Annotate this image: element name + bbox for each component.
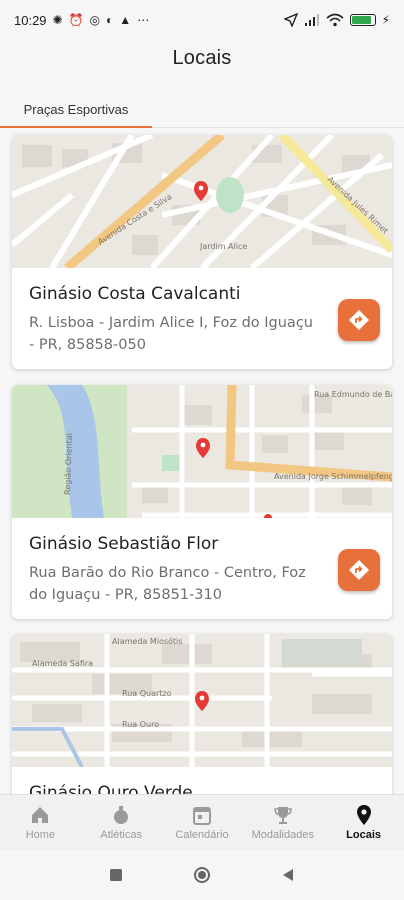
map-thumbnail[interactable]: Alameda Safira Rua Quartzo Rua Ouro Alam… (12, 634, 392, 767)
map-thumbnail[interactable]: Avenida Costa e Silva Avenida Jules Rime… (12, 135, 392, 268)
wifi-icon (326, 13, 344, 27)
location-pin-icon (356, 805, 371, 825)
system-navigation (0, 850, 404, 900)
bottom-navigation: Home Atléticas Calendário Modalidades Lo… (0, 794, 404, 850)
alarm-icon: ⏰ (68, 13, 84, 27)
map-label: Rua Edmundo de Barros (314, 390, 392, 399)
nav-label: Modalidades (251, 829, 314, 841)
map-label: Avenida Jorge Schimmelpfeng (274, 472, 392, 481)
nav-locais[interactable]: Locais (323, 795, 404, 850)
nav-calendario[interactable]: Calendário (162, 795, 243, 850)
battery-icon (349, 14, 376, 26)
location-card[interactable]: Avenida Jorge Schimmelpfeng Rua Edmundo … (12, 385, 392, 619)
nav-modalidades[interactable]: Modalidades (242, 795, 323, 850)
locations-list[interactable]: Avenida Costa e Silva Avenida Jules Rime… (0, 128, 404, 794)
map-label: Rua Ouro (122, 720, 159, 729)
whatsapp-icon: ◎ (89, 13, 101, 27)
nav-label: Home (25, 829, 56, 841)
location-name: Ginásio Sebastião Flor (29, 534, 219, 554)
location-name: Ginásio Costa Cavalcanti (29, 284, 241, 304)
location-card[interactable]: Alameda Safira Rua Quartzo Rua Ouro Alam… (12, 634, 392, 794)
nav-label: Calendário (175, 829, 229, 841)
directions-icon (349, 310, 369, 330)
directions-icon (349, 560, 369, 580)
nav-label: Atléticas (100, 829, 142, 841)
back-button[interactable] (281, 868, 295, 882)
map-label: Jardim Alice (199, 242, 247, 251)
page-title: Locais (172, 47, 232, 69)
navigation-icon: ▲ (119, 13, 132, 27)
map-thumbnail[interactable]: Avenida Jorge Schimmelpfeng Rua Edmundo … (12, 385, 392, 518)
card-body: Ginásio Costa Cavalcanti R. Lisboa - Jar… (12, 268, 392, 369)
location-address: Rua Barão do Rio Branco - Centro, Foz do… (29, 565, 306, 603)
location-arrow-icon (283, 13, 298, 27)
status-time: 10:29 (14, 12, 47, 28)
medal-icon (114, 806, 129, 824)
status-bar: 10:29 ✺ ⏰ ◎ ◐ ▲ ⋯ ⚡ (0, 0, 404, 40)
nav-atleticas[interactable]: Atléticas (81, 795, 162, 850)
tab-pracas-esportivas[interactable]: Praças Esportivas (0, 92, 152, 128)
calendar-icon (192, 807, 211, 825)
location-name: Ginásio Ouro Verde (29, 783, 193, 794)
home-button[interactable] (193, 866, 211, 884)
battery-level (351, 16, 372, 24)
brand-icon: ◐ (106, 13, 114, 27)
charging-icon: ⚡ (381, 13, 390, 27)
tab-bar: Praças Esportivas (0, 92, 404, 128)
card-body: Ginásio Sebastião Flor Rua Barão do Rio … (12, 518, 392, 619)
map-label: Alameda Safira (32, 659, 93, 668)
location-card[interactable]: Avenida Costa e Silva Avenida Jules Rime… (12, 135, 392, 369)
nav-home[interactable]: Home (0, 795, 81, 850)
bug-icon: ✺ (52, 13, 63, 27)
directions-button[interactable] (338, 549, 380, 591)
home-icon (32, 807, 49, 823)
more-icon: ⋯ (137, 13, 150, 27)
nav-label: Locais (346, 829, 382, 841)
signal-icon (304, 14, 319, 26)
map-label: Alameda Miosótis (112, 636, 182, 646)
card-body: Ginásio Ouro Verde (12, 767, 392, 794)
recents-button[interactable] (109, 868, 123, 882)
location-address: R. Lisboa - Jardim Alice I, Foz do Iguaç… (29, 315, 313, 353)
directions-button[interactable] (338, 299, 380, 341)
trophy-icon (274, 807, 292, 824)
map-label: Rua Quartzo (122, 689, 172, 698)
